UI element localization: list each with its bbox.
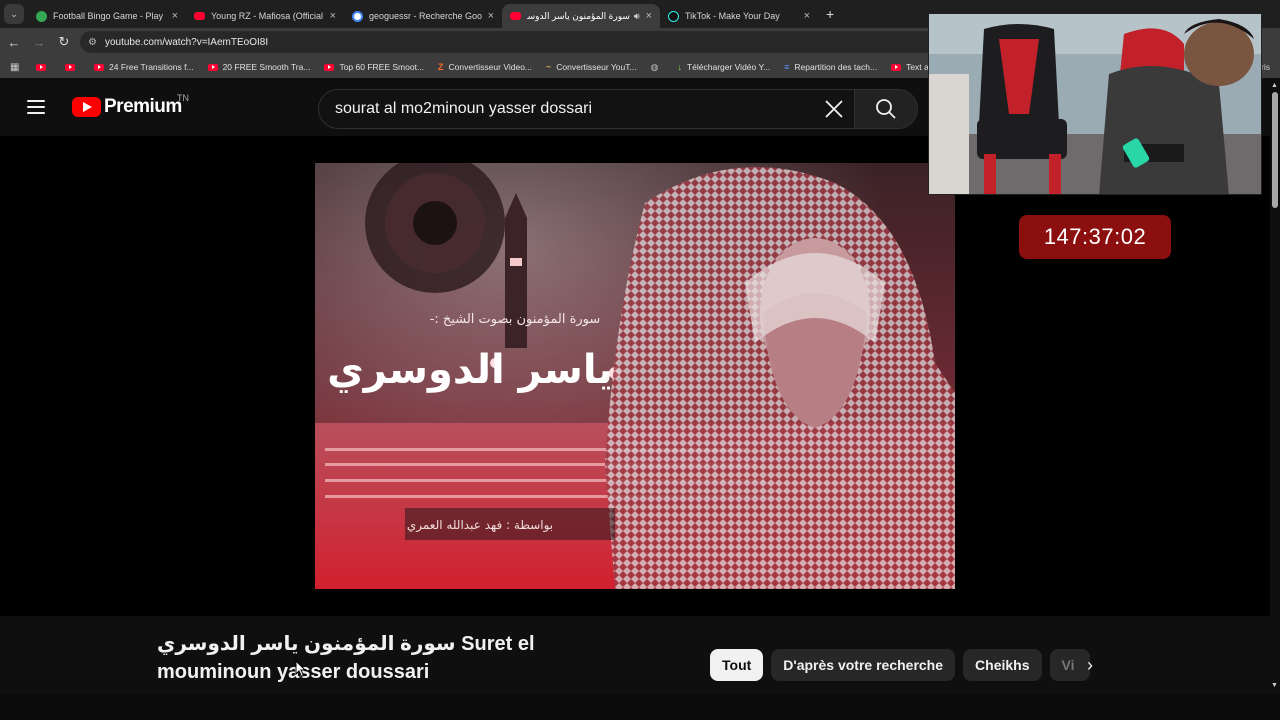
bookmark-label: 24 Free Transitions f... xyxy=(109,62,194,72)
bookmark-item[interactable]: ↓ Télécharger Vidéo Y... xyxy=(677,62,770,72)
bookmark-label: Top 60 FREE Smoot... xyxy=(339,62,425,72)
new-tab-plus-icon[interactable]: + xyxy=(826,6,834,22)
thumbnail-name: ياسر الدوسري xyxy=(327,347,613,393)
tab-title: سورة المؤمنون ياسر الدوسري xyxy=(527,10,630,21)
scroll-up-arrow-icon[interactable]: ▲ xyxy=(1271,82,1278,89)
thumbnail-subtitle: سورة المؤمنون بصوت الشيخ :- xyxy=(430,312,601,327)
tiktok-icon xyxy=(668,10,679,22)
player-letterbox-right xyxy=(955,136,1275,616)
logo-text: Premium xyxy=(104,96,182,117)
bookmark-item[interactable]: ≡ Repartition des tach... xyxy=(784,62,877,72)
youtube-play-logo-icon xyxy=(72,97,101,117)
tab-close-icon[interactable]: × xyxy=(488,10,494,22)
tab-tiktok[interactable]: TikTok - Make Your Day × xyxy=(660,4,818,28)
bookmark-item[interactable]: 20 FREE Smooth Tra... xyxy=(207,62,311,72)
bookmark-item[interactable] xyxy=(65,63,80,71)
country-code: TN xyxy=(177,93,189,103)
tab-search-chevron-icon[interactable]: ⌄ xyxy=(4,4,24,24)
scrollbar-thumb[interactable] xyxy=(1272,92,1278,208)
back-arrow-icon[interactable]: ← xyxy=(3,35,25,50)
search-box xyxy=(318,89,854,129)
bookmark-item[interactable]: ~ Convertisseur YouT... xyxy=(546,62,637,72)
google-icon xyxy=(352,10,363,22)
scroll-down-arrow-icon[interactable]: ▼ xyxy=(1271,682,1278,689)
bookmark-item[interactable]: 24 Free Transitions f... xyxy=(94,62,194,72)
tab-title: TikTok - Make Your Day xyxy=(685,11,780,21)
youtube-icon xyxy=(207,63,218,71)
zamzar-icon: Z xyxy=(438,62,444,72)
related-chips: Tout D'après votre recherche Cheikhs Vi xyxy=(710,649,1098,681)
search-input[interactable] xyxy=(335,100,814,118)
chip-cheikhs[interactable]: Cheikhs xyxy=(963,649,1042,681)
bookmark-item[interactable]: Z Convertisseur Video... xyxy=(438,62,532,72)
tab-title: geoguessr - Recherche Google xyxy=(369,11,482,21)
player-letterbox-left xyxy=(0,136,315,616)
chip-selon-recherche[interactable]: D'après votre recherche xyxy=(771,649,956,681)
youtube-icon xyxy=(891,63,902,71)
bookmarks-overflow[interactable]: ris xyxy=(1261,62,1270,72)
apps-grid-icon[interactable]: ▦ xyxy=(10,62,24,73)
tab-close-icon[interactable]: × xyxy=(646,10,652,22)
tab-active-youtube-video[interactable]: سورة المؤمنون ياسر الدوسري 🔊︎ × xyxy=(502,4,660,28)
webcam-overlay xyxy=(928,13,1262,195)
address-bar[interactable]: ⚙ youtube.com/watch?v=IAemTEoOI8I xyxy=(80,31,940,53)
url-text: youtube.com/watch?v=IAemTEoOI8I xyxy=(104,36,269,48)
mouse-cursor-icon xyxy=(295,660,307,678)
tab-geoguessr[interactable]: geoguessr - Recherche Google × xyxy=(344,4,502,28)
bookmark-item[interactable]: Top 60 FREE Smoot... xyxy=(324,62,424,72)
clear-search-icon[interactable] xyxy=(814,89,854,129)
video-player[interactable]: سورة المؤمنون بصوت الشيخ :- ياسر الدوسري… xyxy=(315,136,955,616)
youtube-icon xyxy=(65,63,75,71)
youtube-icon xyxy=(94,63,104,71)
site-info-icon[interactable]: ⚙ xyxy=(88,37,97,48)
tab-favicon-icon xyxy=(194,12,205,20)
youtube-icon xyxy=(324,63,335,71)
tab-title: Football Bingo Game - Play Now xyxy=(53,11,166,21)
bookmark-label: Télécharger Vidéo Y... xyxy=(686,62,771,72)
bookmark-item[interactable] xyxy=(36,63,51,71)
webcam-feed xyxy=(929,14,1261,194)
globe-icon: ◍ xyxy=(650,61,659,72)
hamburger-menu-icon[interactable] xyxy=(27,100,45,114)
tab-close-icon[interactable]: × xyxy=(172,10,178,22)
docs-icon: ≡ xyxy=(784,62,790,72)
bookmark-label: Convertisseur Video... xyxy=(448,62,532,72)
video-thumbnail: سورة المؤمنون بصوت الشيخ :- ياسر الدوسري… xyxy=(315,163,955,589)
bottom-strip xyxy=(0,694,1280,720)
forward-arrow-icon[interactable]: → xyxy=(28,35,50,50)
download-icon: ↓ xyxy=(677,62,682,72)
bookmark-label: 20 FREE Smooth Tra... xyxy=(222,62,311,72)
bookmark-label: Repartition des tach... xyxy=(794,62,878,72)
youtube-premium-logo[interactable]: Premium xyxy=(72,96,182,118)
reload-icon[interactable]: ↻ xyxy=(53,34,75,50)
tab-young-rz[interactable]: Young RZ - Mafiosa (Official Music × xyxy=(186,4,344,28)
bookmark-label: Convertisseur YouT... xyxy=(556,62,637,72)
tab-close-icon[interactable]: × xyxy=(804,10,810,22)
converter-icon: ~ xyxy=(546,62,552,72)
youtube-icon xyxy=(36,63,46,71)
chip-tout[interactable]: Tout xyxy=(710,649,764,681)
search-icon xyxy=(876,99,896,119)
thumbnail-credit: بواسطة : فهد عبدالله العمري xyxy=(407,518,553,533)
search-button[interactable] xyxy=(854,89,918,129)
chevron-right-icon[interactable]: › xyxy=(1078,653,1102,677)
tab-close-icon[interactable]: × xyxy=(330,10,336,22)
speaker-icon[interactable]: 🔊︎ xyxy=(634,11,640,22)
video-title: سورة المؤمنون ياسر الدوسري Suret el moum… xyxy=(157,633,535,683)
bookmark-item[interactable]: ◍ xyxy=(651,62,664,73)
tab-title: Young RZ - Mafiosa (Official Music xyxy=(211,11,324,21)
tab-favicon-icon xyxy=(36,10,47,22)
youtube-icon xyxy=(510,12,521,20)
stream-timer: 147:37:02 xyxy=(1019,215,1171,259)
tab-football-bingo[interactable]: Football Bingo Game - Play Now × xyxy=(28,4,186,28)
player-area: سورة المؤمنون بصوت الشيخ :- ياسر الدوسري… xyxy=(0,136,1280,616)
